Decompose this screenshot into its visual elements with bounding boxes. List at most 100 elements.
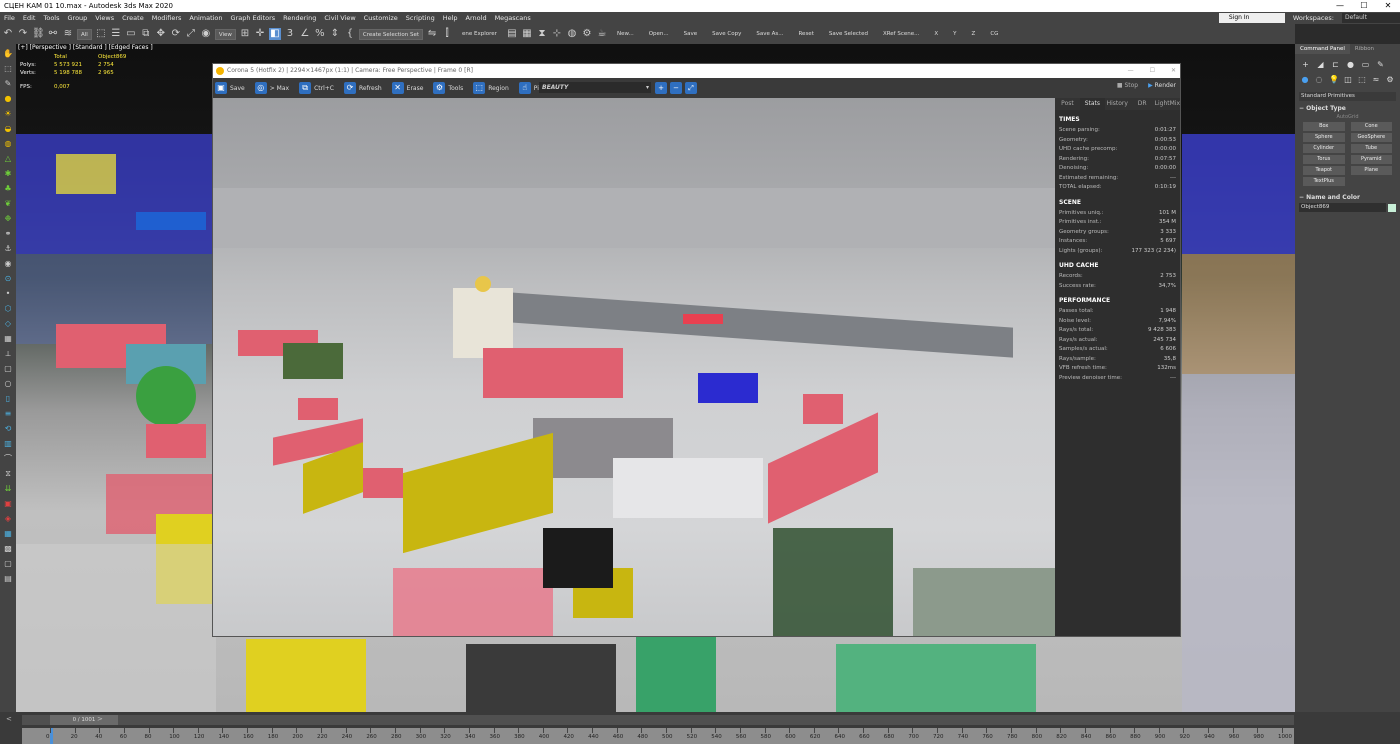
material-icon[interactable]: ◈: [3, 513, 13, 525]
viewport-label[interactable]: [+] [Perspective ] [Standard ] [Edged Fa…: [18, 44, 153, 51]
link-icon[interactable]: ⛓: [32, 28, 45, 40]
rect-selection-icon[interactable]: ▭: [125, 28, 137, 40]
tab-dr[interactable]: DR: [1130, 98, 1155, 110]
layers-icon[interactable]: ≡: [3, 408, 13, 420]
slice-icon[interactable]: ⟂: [3, 348, 13, 360]
tube-button[interactable]: Tube: [1350, 144, 1392, 153]
anchor-icon[interactable]: ⚓: [3, 243, 13, 255]
plane-button[interactable]: Plane: [1350, 166, 1392, 175]
pyramid-button[interactable]: Pyramid: [1350, 155, 1392, 164]
reference-coordinate-dropdown[interactable]: View: [214, 28, 236, 40]
script-save-selected-button[interactable]: Save Selected: [823, 31, 874, 37]
taper-icon[interactable]: ⧖: [3, 468, 13, 480]
tab-post[interactable]: Post: [1055, 98, 1080, 110]
spinner-snap-icon[interactable]: ⇕: [329, 28, 341, 40]
undo-icon[interactable]: ↶: [2, 28, 14, 40]
shape-icon[interactable]: ◇: [3, 318, 13, 330]
hierarchy-tab-icon[interactable]: ⊏: [1331, 60, 1340, 69]
bind-space-warp-icon[interactable]: ≋: [62, 28, 74, 40]
render-setup-icon[interactable]: ⚙: [581, 28, 593, 40]
image-icon[interactable]: ▩: [3, 543, 13, 555]
vfb-stop-button[interactable]: ■ Stop: [1117, 82, 1138, 89]
systems-icon[interactable]: ⚙: [1386, 75, 1394, 84]
object-type-rollout[interactable]: − Object Type: [1299, 105, 1396, 112]
sun-icon[interactable]: ☀: [3, 108, 13, 120]
time-slider-handle[interactable]: 0 / 1001: [50, 715, 118, 725]
selection-set-dropdown[interactable]: Create Selection Set: [358, 28, 424, 40]
lights-icon[interactable]: 💡: [1329, 75, 1339, 84]
render-teapot-icon[interactable]: ☕: [596, 28, 608, 40]
lamp-icon[interactable]: ◒: [3, 123, 13, 135]
vfb-region-button[interactable]: ⬚ Region: [473, 82, 509, 94]
close-button[interactable]: ✕: [1376, 0, 1400, 12]
object-color-swatch[interactable]: [1388, 203, 1396, 212]
scatter-icon[interactable]: ❉: [3, 213, 13, 225]
angle-snap-icon[interactable]: ∠: [299, 28, 311, 40]
cone-button[interactable]: Cone: [1350, 122, 1392, 131]
tree-icon[interactable]: ♣: [3, 183, 13, 195]
bulb-icon[interactable]: ◍: [3, 138, 13, 150]
script-new-button[interactable]: New...: [611, 31, 640, 37]
shapes-icon[interactable]: ◌: [1315, 75, 1323, 84]
leaf-icon[interactable]: ❦: [3, 198, 13, 210]
select-region-icon[interactable]: ⬚: [3, 63, 13, 75]
tab-stats[interactable]: Stats: [1079, 98, 1105, 110]
select-object-icon[interactable]: ⬚: [95, 28, 107, 40]
minimize-button[interactable]: —: [1328, 0, 1352, 12]
vfb-erase-button[interactable]: ✕ Erase: [391, 82, 423, 94]
tab-history[interactable]: History: [1105, 98, 1130, 110]
material-editor-icon[interactable]: ◍: [566, 28, 578, 40]
script-open-button[interactable]: Open...: [643, 31, 675, 37]
render-element-dropdown[interactable]: BEAUTY ▾: [539, 82, 651, 93]
layer-explorer-icon[interactable]: ▤: [506, 28, 518, 40]
geometry-icon[interactable]: ●: [1301, 75, 1309, 84]
next-frame-icon[interactable]: >: [97, 715, 103, 723]
link-chain-icon[interactable]: ⚭: [3, 228, 13, 240]
primitive-category-dropdown[interactable]: Standard Primitives: [1299, 92, 1396, 101]
vfb-tools-button[interactable]: ⚙ Tools: [433, 82, 463, 94]
select-rotate-icon[interactable]: ⟳: [170, 28, 182, 40]
menu-create[interactable]: Create: [118, 14, 148, 22]
modify-tab-icon[interactable]: ◢: [1316, 60, 1325, 69]
chart-icon[interactable]: ▥: [3, 438, 13, 450]
script-reset-button[interactable]: Reset: [792, 31, 819, 37]
unlink-icon[interactable]: ⚯: [47, 28, 59, 40]
geometry-icon[interactable]: ⬡: [3, 303, 13, 315]
scene-explorer-button[interactable]: ene Explorer: [456, 31, 503, 37]
align-icon[interactable]: ⫿: [441, 28, 453, 40]
space-warps-icon[interactable]: ≈: [1372, 75, 1380, 84]
pivot-center-icon[interactable]: ⊞: [239, 28, 251, 40]
vfb-to-max-button[interactable]: ◎ > Max: [254, 82, 289, 94]
display-tab-icon[interactable]: ▭: [1361, 60, 1370, 69]
vfb-refresh-button[interactable]: ⟳ Refresh: [343, 82, 382, 94]
object-name-input[interactable]: Object869: [1299, 203, 1386, 212]
helpers-icon[interactable]: ⬚: [1358, 75, 1366, 84]
textplus-button[interactable]: TextPlus: [1303, 177, 1345, 186]
curve-editor-icon[interactable]: ⧗: [536, 28, 548, 40]
script-save-button[interactable]: Save: [678, 31, 704, 37]
vfb-save-button[interactable]: ▣ Save: [215, 82, 245, 94]
torus-button[interactable]: Torus: [1303, 155, 1345, 164]
percent-snap-icon[interactable]: %: [314, 28, 326, 40]
paint-icon[interactable]: ✎: [3, 78, 13, 90]
menu-civil-view[interactable]: Civil View: [320, 14, 359, 22]
menu-edit[interactable]: Edit: [19, 14, 40, 22]
menu-tools[interactable]: Tools: [39, 14, 63, 22]
redo-icon[interactable]: ↷: [17, 28, 29, 40]
ribbon-icon[interactable]: ▦: [521, 28, 533, 40]
vfb-close-button[interactable]: ✕: [1171, 64, 1176, 78]
modifier-icon[interactable]: ▣: [3, 498, 13, 510]
cg-button[interactable]: CG: [984, 31, 1004, 37]
stack-icon[interactable]: ▤: [3, 573, 13, 585]
sign-in-dropdown[interactable]: Sign In: [1218, 13, 1285, 23]
camera-icon[interactable]: ◉: [3, 258, 13, 270]
keyboard-shortcut-override-icon[interactable]: ◧: [268, 28, 281, 40]
menu-rendering[interactable]: Rendering: [279, 14, 320, 22]
bend-icon[interactable]: ⌒: [3, 453, 13, 465]
script-xref-scene-button[interactable]: XRef Scene...: [877, 31, 925, 37]
edit-named-selection-icon[interactable]: {: [344, 28, 356, 40]
teapot-button[interactable]: Teapot: [1303, 166, 1345, 175]
menu-modifiers[interactable]: Modifiers: [148, 14, 186, 22]
create-tab-icon[interactable]: +: [1301, 60, 1310, 69]
selection-filter-dropdown[interactable]: All: [77, 28, 92, 40]
